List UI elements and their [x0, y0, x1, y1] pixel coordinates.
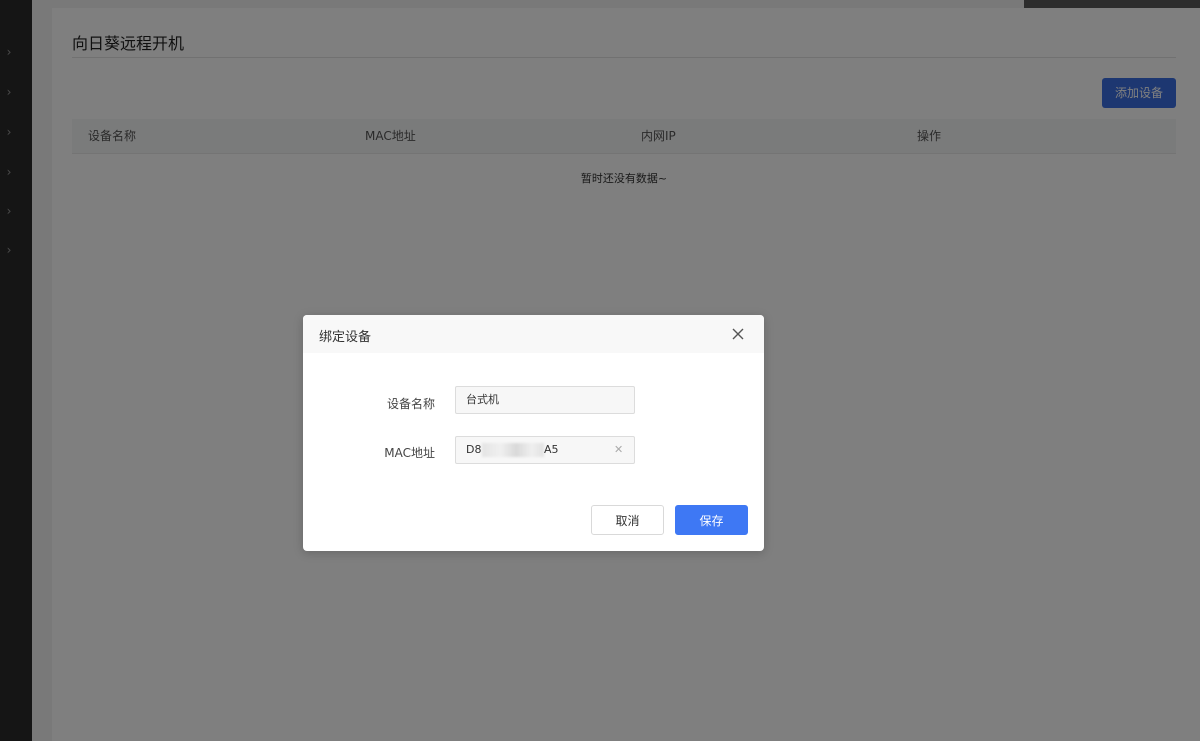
save-button[interactable]: 保存 [675, 505, 748, 535]
device-name-input[interactable]: 台式机 [455, 386, 635, 414]
device-name-label: 设备名称 [386, 397, 435, 411]
clear-icon[interactable]: ✕ [614, 437, 623, 463]
dialog-title: 绑定设备 [319, 330, 372, 345]
mac-prefix: D8 [466, 443, 482, 456]
mac-address-label: MAC地址 [384, 446, 435, 460]
close-icon[interactable] [729, 325, 747, 343]
mac-suffix: A5 [544, 443, 559, 456]
dialog-header: 绑定设备 [303, 315, 764, 353]
bind-device-dialog: 绑定设备 设备名称 台式机 MAC地址 D8 A5 ✕ 取消 保存 [303, 315, 764, 551]
mac-redacted [482, 443, 544, 457]
mac-address-input[interactable]: D8 A5 ✕ [455, 436, 635, 464]
cancel-button[interactable]: 取消 [591, 505, 664, 535]
